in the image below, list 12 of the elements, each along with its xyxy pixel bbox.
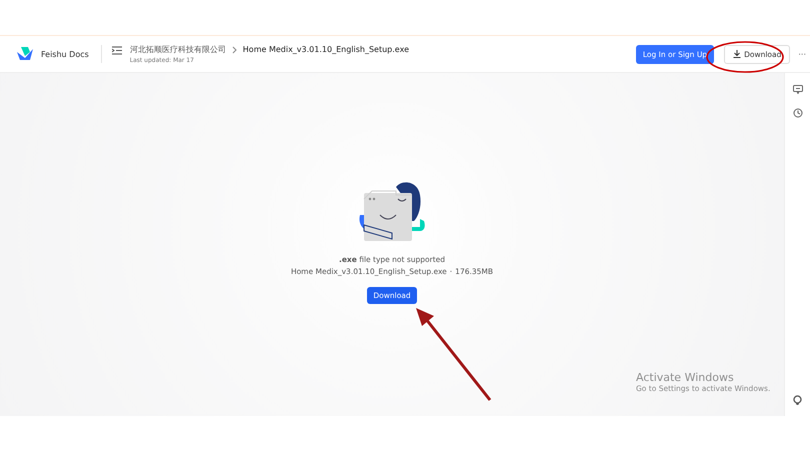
lightbulb-icon[interactable] [793,395,802,406]
outline-icon[interactable] [112,46,122,54]
breadcrumb-item[interactable]: 河北拓顺医疗科技有限公司 [130,44,226,55]
breadcrumb-item: Home Medix_v3.01.10_English_Setup.exe [242,45,409,54]
chevron-icon [232,46,237,54]
logo-icon [16,46,34,62]
product-name: Feishu Docs [41,50,89,58]
history-icon[interactable] [792,108,802,118]
activate-windows-title: Activate Windows [636,371,735,384]
more-button[interactable]: ··· [798,50,806,58]
download-icon [733,50,742,58]
comment-icon[interactable] [792,85,802,94]
